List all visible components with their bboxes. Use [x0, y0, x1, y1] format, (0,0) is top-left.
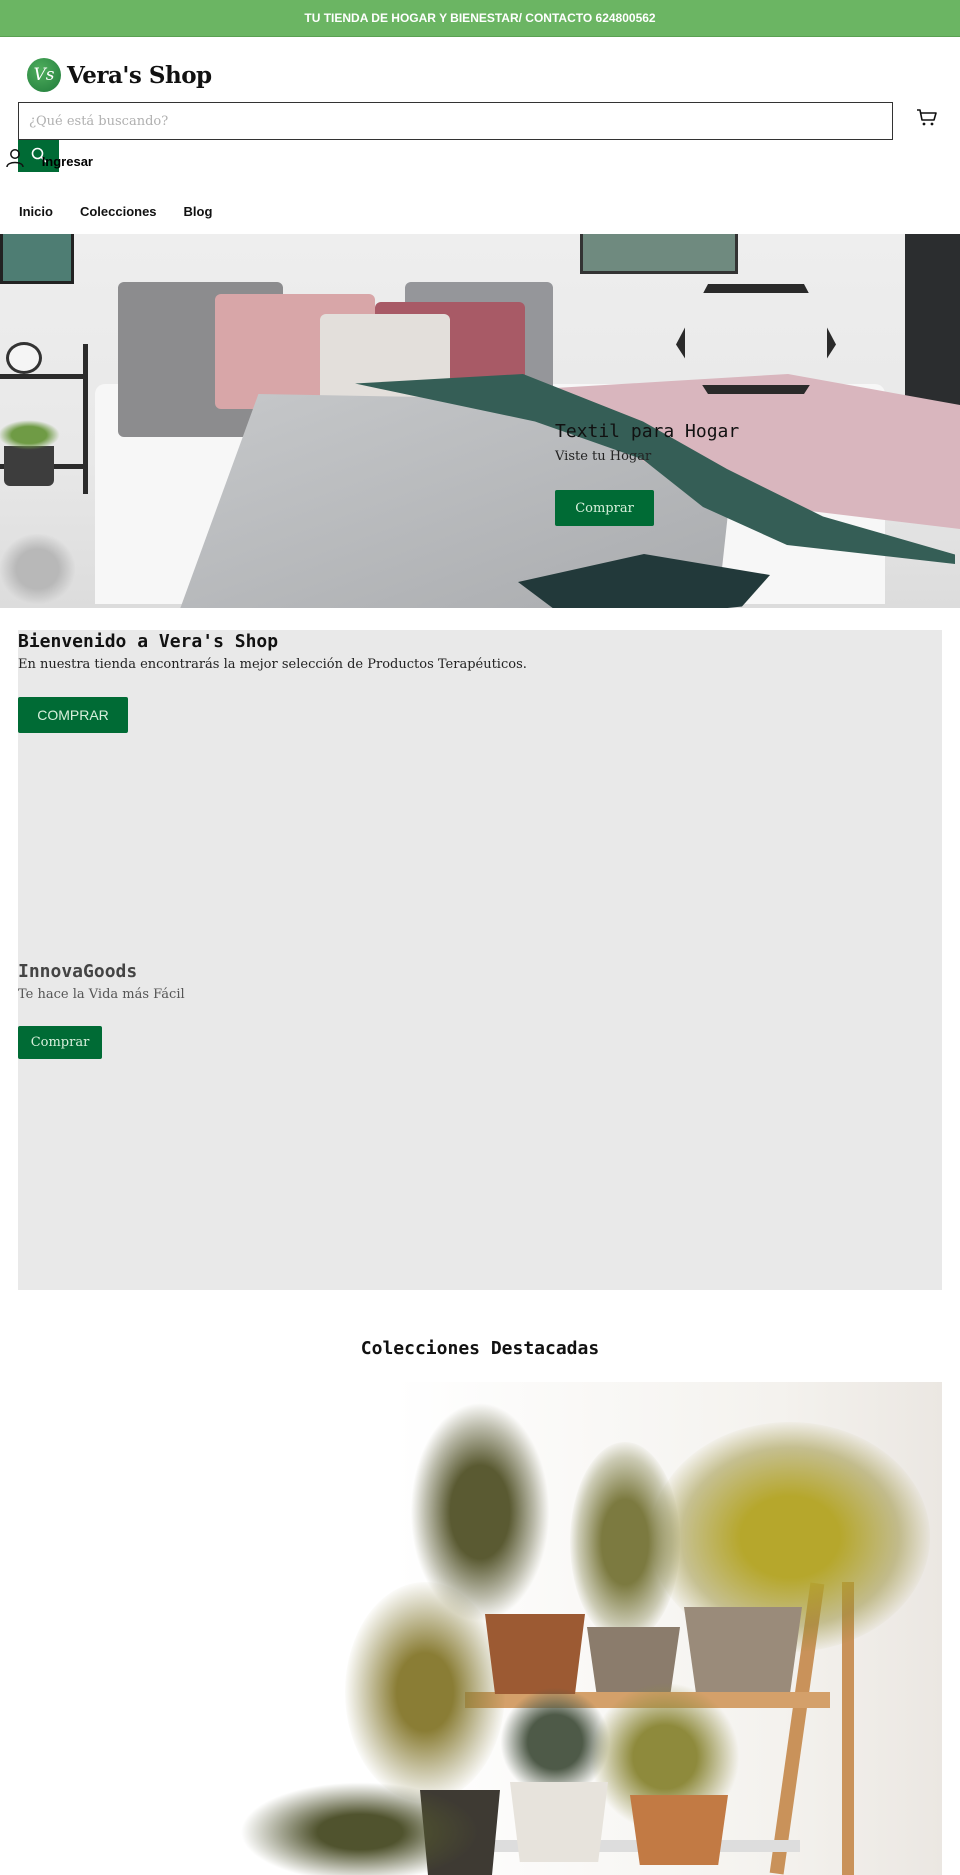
hero-title: Textil para Hogar: [555, 421, 740, 442]
search-input[interactable]: [19, 103, 892, 139]
store-logo[interactable]: Vs Vera's Shop: [27, 58, 212, 92]
hero-text: Textil para Hogar Viste tu Hogar: [555, 421, 739, 464]
wall-frame: [0, 234, 74, 284]
nav-item-blog[interactable]: Blog: [184, 204, 213, 219]
clock: [6, 342, 42, 374]
plant-pot: [684, 1607, 802, 1692]
hero-banner: Textil para Hogar Viste tu Hogar Comprar: [0, 234, 960, 608]
featured-collections-title: Colecciones Destacadas: [360, 1338, 600, 1359]
announcement-bar: TU TIENDA DE HOGAR Y BIENESTAR/ CONTACTO…: [0, 0, 960, 37]
cart-button[interactable]: [915, 106, 939, 130]
logo-mark-icon: Vs: [27, 58, 61, 92]
brand-title: InnovaGoods: [18, 961, 138, 982]
user-icon: [6, 148, 24, 173]
main-nav: Inicio Colecciones Blog: [19, 204, 212, 219]
welcome-shop-button[interactable]: COMPRAR: [18, 697, 128, 733]
nav-item-inicio[interactable]: Inicio: [19, 204, 53, 219]
wall-frame: [580, 234, 738, 274]
collection-card-image[interactable]: [0, 1382, 942, 1875]
welcome-title: Bienvenido a Vera's Shop: [18, 631, 279, 652]
plant-pot: [630, 1795, 728, 1865]
brand-shop-button[interactable]: Comprar: [18, 1026, 102, 1059]
account-link[interactable]: [6, 148, 24, 173]
hero-subtitle: Viste tu Hogar: [555, 449, 652, 464]
search-field: [18, 102, 893, 140]
logo-text: Vera's Shop: [67, 61, 212, 89]
plant-foliage: [240, 1782, 480, 1875]
rug: [0, 534, 75, 604]
account-label-container: Ingresar: [33, 154, 93, 172]
plant-pot: [485, 1614, 585, 1694]
promo-section: Bienvenido a Vera's Shop En nuestra tien…: [18, 630, 942, 1290]
announcement-text: TU TIENDA DE HOGAR Y BIENESTAR/ CONTACTO…: [304, 11, 656, 25]
plant-pot: [510, 1782, 608, 1862]
plant-foliage: [570, 1442, 680, 1642]
brand-text: Te hace la Vida más Fácil: [18, 987, 185, 1002]
plant-foliage: [345, 1582, 505, 1802]
welcome-text: En nuestra tienda encontrarás la mejor s…: [18, 657, 527, 672]
hero-shop-button[interactable]: Comprar: [555, 490, 654, 526]
chair: [676, 284, 836, 394]
account-label[interactable]: Ingresar: [42, 154, 93, 169]
nav-item-colecciones[interactable]: Colecciones: [80, 204, 157, 219]
potted-plant: [0, 420, 60, 486]
cart-icon: [915, 109, 939, 134]
